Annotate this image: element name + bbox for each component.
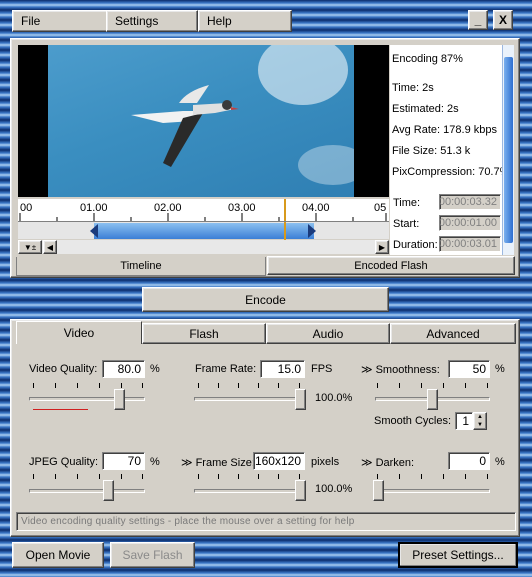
close-button[interactable]: X bbox=[493, 10, 513, 30]
menu-file[interactable]: File bbox=[12, 10, 108, 32]
menu-settings[interactable]: Settings bbox=[106, 10, 198, 32]
frame-size-unit: pixels bbox=[311, 456, 340, 468]
stats-scrollbar[interactable] bbox=[502, 45, 514, 255]
smoothness-unit: % bbox=[495, 363, 505, 375]
cloud-shape bbox=[258, 45, 348, 105]
preset-settings-button[interactable]: Preset Settings... bbox=[398, 542, 518, 568]
frame-size-slider[interactable] bbox=[295, 480, 306, 501]
tab-advanced[interactable]: Advanced bbox=[390, 323, 516, 344]
smoothness-input[interactable]: 50 bbox=[448, 360, 490, 378]
start-field: 00:00:01.00 bbox=[439, 215, 501, 231]
frame-size-ticks bbox=[198, 474, 302, 479]
jpeg-quality-track[interactable] bbox=[29, 489, 145, 493]
encode-button[interactable]: Encode bbox=[142, 287, 389, 312]
duration-field: 00:00:03.01 bbox=[439, 236, 501, 252]
ruler-tick-label: 00 bbox=[20, 202, 33, 214]
frame-size-label: ≫ Frame Size: bbox=[181, 457, 255, 469]
selection-track[interactable] bbox=[18, 221, 389, 240]
file-size: File Size: 51.3 k bbox=[392, 145, 471, 157]
smoothness-slider[interactable] bbox=[427, 389, 438, 410]
encoding-progress: Encoding 87% bbox=[392, 53, 463, 65]
video-quality-track[interactable] bbox=[29, 397, 145, 401]
frame-rate-unit: FPS bbox=[311, 363, 333, 375]
pix-compression: PixCompression: 70.7% bbox=[392, 166, 510, 178]
tab-video[interactable]: Video bbox=[16, 321, 142, 344]
jpeg-quality-label: JPEG Quality: bbox=[29, 456, 99, 468]
smoothness-label: ≫ Smoothness: bbox=[361, 364, 440, 376]
darken-track[interactable] bbox=[375, 489, 490, 493]
video-quality-ticks bbox=[33, 383, 143, 388]
tab-timeline[interactable]: Timeline bbox=[16, 257, 266, 276]
ruler-ticks bbox=[19, 213, 387, 221]
darken-input[interactable]: 0 bbox=[448, 452, 490, 470]
darken-label: ≫ Darken: bbox=[361, 457, 415, 469]
open-movie-button[interactable]: Open Movie bbox=[12, 542, 104, 568]
smooth-cycles-label: Smooth Cycles: bbox=[374, 415, 452, 427]
avg-rate: Avg Rate: 178.9 kbps bbox=[392, 124, 497, 136]
timeline-ruler: 00 01.00 02.00 03.00 04.00 05 bbox=[18, 199, 389, 221]
save-flash-button[interactable]: Save Flash bbox=[110, 542, 195, 568]
ruler-tick-label: 05 bbox=[374, 202, 387, 214]
start-marker-icon[interactable] bbox=[90, 224, 98, 238]
cloud-shape-2 bbox=[298, 145, 354, 185]
video-frame bbox=[48, 45, 354, 197]
scroll-right-button[interactable]: ▶ bbox=[375, 240, 389, 254]
frame-rate-label: Frame Rate: bbox=[195, 363, 257, 375]
quality-indicator-line bbox=[33, 409, 88, 410]
jpeg-quality-slider[interactable] bbox=[103, 480, 114, 501]
frame-size-label-text: Frame Size: bbox=[195, 457, 255, 469]
frame-size-percent: 100.0% bbox=[315, 483, 353, 495]
video-preview bbox=[18, 45, 389, 197]
frame-rate-input[interactable]: 15.0 bbox=[260, 360, 305, 378]
timeline-scrollbar[interactable]: ▼± ◀ ▶ bbox=[18, 240, 389, 254]
jpeg-quality-input[interactable]: 70 bbox=[102, 452, 145, 470]
settings-panel bbox=[10, 319, 520, 537]
ruler-tick-label: 02.00 bbox=[154, 202, 182, 214]
start-label: Start: bbox=[393, 218, 420, 230]
darken-unit: % bbox=[495, 456, 505, 468]
video-quality-unit: % bbox=[150, 363, 160, 375]
scroll-left-button[interactable]: ◀ bbox=[43, 240, 57, 254]
video-quality-slider[interactable] bbox=[114, 389, 125, 410]
frame-rate-track[interactable] bbox=[194, 397, 306, 401]
ruler-tick-label: 01.00 bbox=[80, 202, 108, 214]
darken-label-text: Darken: bbox=[375, 457, 415, 469]
minimize-button[interactable]: _ bbox=[468, 10, 488, 30]
frame-size-input[interactable]: 160x120 bbox=[253, 452, 305, 470]
darken-slider[interactable] bbox=[373, 480, 384, 501]
duration-label: Duration: bbox=[393, 239, 438, 251]
scroll-thumb[interactable] bbox=[504, 57, 513, 243]
frame-rate-ticks bbox=[198, 383, 302, 388]
help-text-bar: Video encoding quality settings - place … bbox=[16, 512, 516, 531]
tab-flash[interactable]: Flash bbox=[142, 323, 266, 344]
estimated-time: Estimated: 2s bbox=[392, 103, 459, 115]
end-marker-icon[interactable] bbox=[308, 224, 316, 238]
ruler-tick-label: 04.00 bbox=[302, 202, 330, 214]
darken-ticks bbox=[377, 474, 489, 479]
ruler-tick-label: 03.00 bbox=[228, 202, 256, 214]
time-field: 00:00:03.32 bbox=[439, 194, 501, 210]
frame-size-track[interactable] bbox=[194, 489, 306, 493]
playhead-cursor[interactable] bbox=[284, 199, 286, 221]
zoom-dropdown-button[interactable]: ▼± bbox=[18, 240, 42, 254]
smooth-cycles-spinner[interactable]: ▲ ▼ bbox=[473, 412, 487, 430]
menu-help[interactable]: Help bbox=[198, 10, 292, 32]
smoothness-label-text: Smoothness: bbox=[375, 364, 440, 376]
video-quality-input[interactable]: 80.0 bbox=[102, 360, 145, 378]
elapsed-time: Time: 2s bbox=[392, 82, 434, 94]
frame-rate-slider[interactable] bbox=[295, 389, 306, 410]
video-quality-label: Video Quality: bbox=[29, 363, 98, 375]
selection-range[interactable] bbox=[94, 223, 314, 239]
tab-audio[interactable]: Audio bbox=[266, 323, 390, 344]
jpeg-quality-ticks bbox=[33, 474, 143, 479]
time-label: Time: bbox=[393, 197, 421, 209]
tab-encoded-flash[interactable]: Encoded Flash bbox=[267, 256, 515, 275]
smoothness-ticks bbox=[377, 383, 489, 388]
smooth-cycles-input[interactable]: 1 bbox=[455, 412, 473, 430]
selection-end-line bbox=[284, 222, 286, 240]
jpeg-quality-unit: % bbox=[150, 456, 160, 468]
frame-rate-percent: 100.0% bbox=[315, 392, 353, 404]
seagull-icon bbox=[131, 85, 239, 167]
